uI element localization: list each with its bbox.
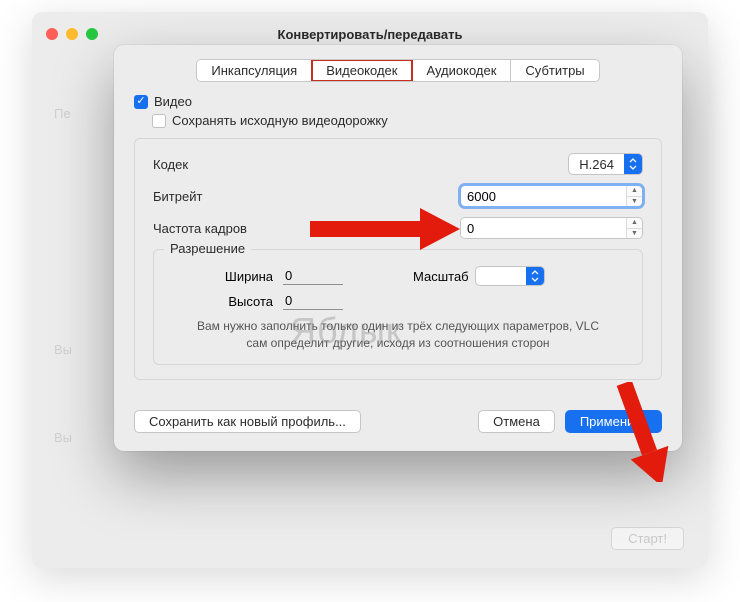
height-label: Высота: [218, 294, 273, 309]
width-input[interactable]: [283, 267, 343, 285]
tab-videocodec[interactable]: Видеокодек: [312, 60, 412, 81]
faint-text: Вы: [54, 342, 72, 357]
codec-value: H.264: [569, 157, 624, 172]
tab-encapsulation[interactable]: Инкапсуляция: [197, 60, 312, 81]
bitrate-input[interactable]: [461, 186, 626, 206]
keep-original-checkbox[interactable]: [152, 114, 166, 128]
scale-select[interactable]: [475, 266, 545, 286]
tab-audiocodec[interactable]: Аудиокодек: [412, 60, 511, 81]
width-label: Ширина: [218, 269, 273, 284]
framerate-spinner[interactable]: ▲ ▼: [460, 217, 643, 239]
start-button-disabled: Старт!: [611, 527, 684, 550]
spinner-up-icon[interactable]: ▲: [627, 186, 642, 197]
tabbar: Инкапсуляция Видеокодек Аудиокодек Субти…: [114, 45, 682, 82]
video-settings-fieldset: Кодек H.264 Битрейт ▲: [134, 138, 662, 380]
bitrate-label: Битрейт: [153, 189, 323, 204]
height-input[interactable]: [283, 292, 343, 310]
save-profile-button[interactable]: Сохранить как новый профиль...: [134, 410, 361, 433]
codec-label: Кодек: [153, 157, 323, 172]
resolution-legend: Разрешение: [164, 241, 251, 256]
video-checkbox[interactable]: ✓: [134, 95, 148, 109]
spinner-down-icon[interactable]: ▼: [627, 229, 642, 239]
window-title: Конвертировать/передавать: [32, 27, 708, 42]
resolution-fieldset: Разрешение Ширина Масштаб: [153, 249, 643, 365]
scale-label: Масштаб: [413, 269, 469, 284]
tab-subtitles[interactable]: Субтитры: [511, 60, 598, 81]
framerate-input[interactable]: [461, 218, 626, 238]
resolution-note: Вам нужно заполнить только один из трёх …: [168, 318, 628, 352]
faint-text: Пе: [54, 106, 71, 121]
framerate-label: Частота кадров: [153, 221, 323, 236]
cancel-button[interactable]: Отмена: [478, 410, 555, 433]
video-checkbox-label: Видео: [154, 94, 192, 109]
keep-original-checkbox-label: Сохранять исходную видеодорожку: [172, 113, 388, 128]
chevron-updown-icon: [624, 154, 642, 174]
spinner-up-icon[interactable]: ▲: [627, 218, 642, 229]
profile-dialog: Инкапсуляция Видеокодек Аудиокодек Субти…: [114, 45, 682, 451]
chevron-updown-icon: [526, 267, 544, 285]
apply-button[interactable]: Применить: [565, 410, 662, 433]
spinner-down-icon[interactable]: ▼: [627, 197, 642, 207]
faint-text: Вы: [54, 430, 72, 445]
bitrate-spinner[interactable]: ▲ ▼: [460, 185, 643, 207]
codec-select[interactable]: H.264: [568, 153, 643, 175]
